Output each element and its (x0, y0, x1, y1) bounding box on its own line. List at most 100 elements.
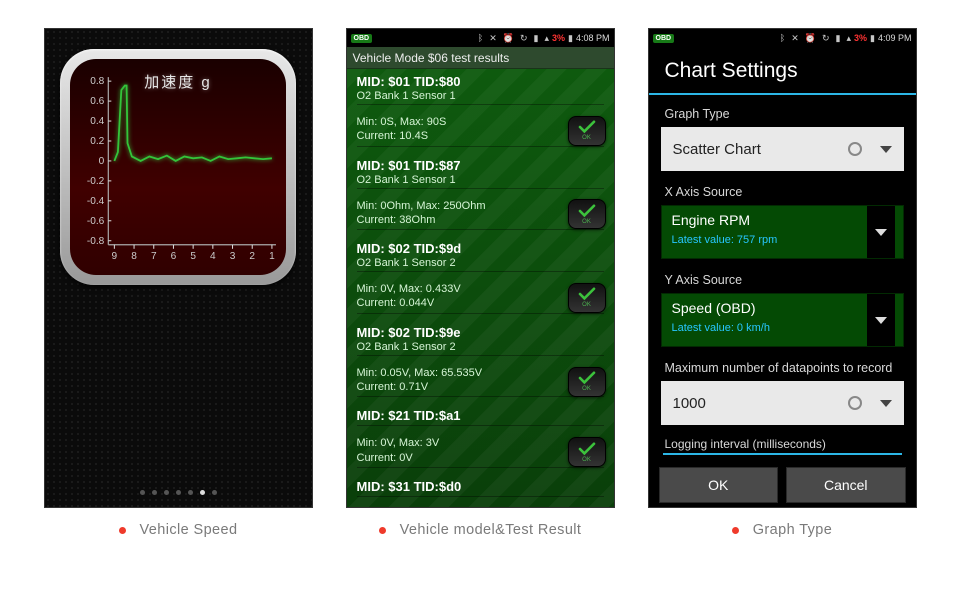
ok-label: OK (582, 386, 591, 392)
test-measure-text: Min: 0V, Max: 0.433VCurrent: 0.044V (357, 282, 604, 311)
signal-icon: ▮ (836, 33, 841, 44)
max-points-value: 1000 (673, 395, 706, 412)
svg-text:-0.2: -0.2 (87, 176, 105, 187)
test-mid-line: MID: $02 TID:$9e (357, 325, 604, 340)
alarm-icon: ⏰ (805, 33, 816, 44)
mute-icon: ✕ (791, 33, 799, 44)
ok-status-button[interactable]: OK (568, 116, 606, 146)
svg-text:8: 8 (131, 251, 137, 262)
svg-text:0.2: 0.2 (90, 136, 104, 147)
test-measure-text: Min: 0S, Max: 90SCurrent: 10.4S (357, 115, 604, 144)
ok-label: OK (582, 302, 591, 308)
test-measure-text: Min: 0.05V, Max: 65.535VCurrent: 0.71V (357, 366, 604, 395)
test-measure-row: Min: 0S, Max: 90SCurrent: 10.4SOK (347, 109, 614, 153)
results-header: Vehicle Mode $06 test results (347, 47, 614, 69)
svg-text:-0.4: -0.4 (87, 196, 105, 207)
test-mid-line: MID: $31 TID:$d0 (357, 479, 604, 494)
bullet-icon (119, 527, 126, 534)
svg-text:0.4: 0.4 (90, 116, 104, 127)
ok-label: OK (582, 457, 591, 463)
svg-text:2: 2 (249, 251, 255, 262)
gauge-frame: 加速度 g 0.80.60.40.20-0.2-0.4-0.6-0.8 9876… (60, 49, 296, 285)
test-measure-text: Min: 0Ohm, Max: 250OhmCurrent: 38Ohm (357, 199, 604, 228)
ok-status-button[interactable]: OK (568, 283, 606, 313)
status-bar: OBD ᛒ ✕ ⏰ ↻ ▮ ▴ 3% ▮ 4:09 PM (649, 29, 916, 47)
test-measure-row: Min: 0V, Max: 0.433VCurrent: 0.044VOK (347, 276, 614, 320)
check-icon (578, 442, 596, 456)
page-dot[interactable] (188, 490, 193, 495)
selector-graph-type[interactable]: Scatter Chart (661, 127, 904, 171)
x-source-latest: Latest value: 757 rpm (672, 234, 893, 246)
selector-y-source[interactable]: Speed (OBD) Latest value: 0 km/h (661, 293, 904, 347)
check-icon (578, 204, 596, 218)
caption-text: Vehicle model&Test Result (400, 522, 582, 538)
battery-level: 3% (552, 33, 565, 43)
dialog-title: Chart Settings (649, 47, 916, 93)
test-measure-row: Min: 0Ohm, Max: 250OhmCurrent: 38OhmOK (347, 193, 614, 237)
test-item-header: MID: $02 TID:$9dO2 Bank 1 Sensor 2 (347, 236, 614, 276)
test-item-header: MID: $01 TID:$87O2 Bank 1 Sensor 1 (347, 153, 614, 193)
obd-badge-icon: OBD (351, 34, 373, 43)
title-divider (649, 93, 916, 95)
page-dot[interactable] (212, 490, 217, 495)
svg-text:0.6: 0.6 (90, 96, 104, 107)
chevron-down-icon (867, 294, 895, 346)
dialog-buttons: OK Cancel (649, 467, 916, 503)
test-item-header: MID: $02 TID:$9eO2 Bank 1 Sensor 2 (347, 320, 614, 360)
ok-status-button[interactable]: OK (568, 437, 606, 467)
alarm-icon: ⏰ (503, 33, 514, 44)
ok-status-button[interactable]: OK (568, 199, 606, 229)
clock: 4:09 PM (878, 33, 912, 43)
bullet-icon (379, 527, 386, 534)
ok-status-button[interactable]: OK (568, 367, 606, 397)
chevron-down-icon (880, 146, 892, 153)
svg-text:-0.8: -0.8 (87, 236, 105, 247)
caption-text: Graph Type (753, 522, 833, 538)
battery-level: 3% (854, 33, 867, 43)
gauge-title: 加速度 g (70, 71, 286, 92)
svg-text:3: 3 (230, 251, 236, 262)
caption-vehicle-speed: Vehicle Speed (44, 522, 313, 538)
results-list[interactable]: MID: $01 TID:$80O2 Bank 1 Sensor 1Min: 0… (347, 69, 614, 508)
network-icon: ▴ (544, 33, 549, 44)
page-dot[interactable] (152, 490, 157, 495)
label-x-axis: X Axis Source (649, 179, 916, 203)
page-dot[interactable] (200, 490, 205, 495)
label-max-points: Maximum number of datapoints to record (649, 355, 916, 379)
label-y-axis: Y Axis Source (649, 267, 916, 291)
label-logging-interval: Logging interval (milliseconds) (649, 433, 916, 453)
selector-max-points[interactable]: 1000 (661, 381, 904, 425)
page-dot[interactable] (140, 490, 145, 495)
ok-button[interactable]: OK (659, 467, 779, 503)
test-item-header: MID: $21 TID:$a1 (347, 403, 614, 430)
page-indicator-dots (140, 490, 217, 495)
svg-text:1: 1 (269, 251, 275, 262)
label-graph-type: Graph Type (649, 101, 916, 125)
battery-icon: ▮ (568, 33, 573, 44)
signal-icon: ▮ (534, 33, 539, 44)
chevron-down-icon (867, 206, 895, 258)
ok-label: OK (582, 135, 591, 141)
test-measure-text: Min: 0V, Max: 3VCurrent: 0V (357, 436, 604, 465)
test-desc: O2 Bank 1 Sensor 1 (357, 90, 604, 102)
page-dot[interactable] (164, 490, 169, 495)
sync-icon: ↻ (520, 33, 528, 44)
mute-icon: ✕ (489, 33, 497, 44)
page-dot[interactable] (176, 490, 181, 495)
caption-text: Vehicle Speed (140, 522, 238, 538)
selector-x-source[interactable]: Engine RPM Latest value: 757 rpm (661, 205, 904, 259)
status-bar: OBD ᛒ ✕ ⏰ ↻ ▮ ▴ 3% ▮ 4:08 PM (347, 29, 614, 47)
network-icon: ▴ (846, 33, 851, 44)
settings-dialog: Chart Settings Graph Type Scatter Chart … (649, 47, 916, 508)
gauge-screen: 加速度 g 0.80.60.40.20-0.2-0.4-0.6-0.8 9876… (45, 29, 312, 507)
cancel-button[interactable]: Cancel (786, 467, 906, 503)
logging-input-underline[interactable] (663, 453, 902, 455)
x-source-name: Engine RPM (672, 212, 893, 228)
battery-icon: ▮ (870, 33, 875, 44)
svg-text:6: 6 (171, 251, 177, 262)
svg-text:9: 9 (112, 251, 118, 262)
bluetooth-icon: ᛒ (478, 33, 483, 43)
test-item-header: MID: $01 TID:$80O2 Bank 1 Sensor 1 (347, 69, 614, 109)
phone-gauge: 加速度 g 0.80.60.40.20-0.2-0.4-0.6-0.8 9876… (44, 28, 313, 508)
test-item-header: MID: $31 TID:$d0 (347, 474, 614, 501)
